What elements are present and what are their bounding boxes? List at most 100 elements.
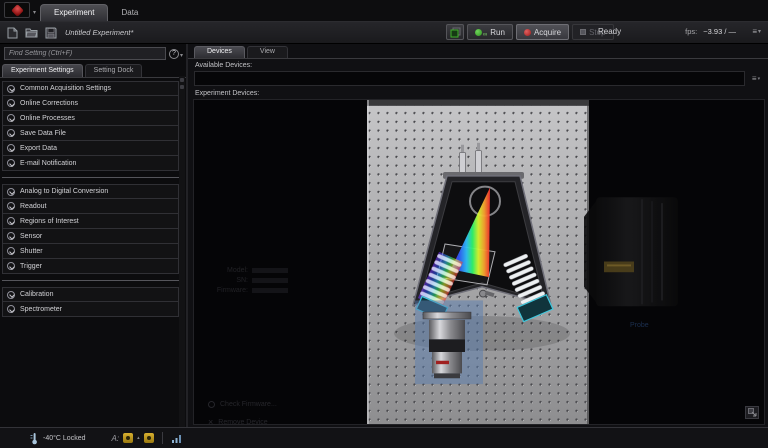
chevron-circle-icon: [7, 187, 15, 196]
settings-search-input[interactable]: [4, 47, 166, 60]
help-icon: ?: [168, 48, 179, 59]
available-devices-well[interactable]: [194, 71, 745, 86]
stop-icon: [580, 29, 587, 35]
tab-setting-dock[interactable]: Setting Dock: [84, 64, 143, 77]
tab-experiment[interactable]: Experiment: [40, 4, 109, 21]
settings-sidebar: ? ▾ Experiment Settings Setting Dock Com…: [0, 44, 188, 427]
fps-indicator: fps: ~3.93 / —: [685, 27, 736, 36]
chevron-circle-icon: [7, 262, 15, 270]
chevron-circle-icon: [7, 290, 15, 299]
setting-item-regions-of-interest[interactable]: Regions of Interest: [2, 214, 179, 229]
spectrometer-illustration: [367, 100, 678, 424]
chevron-circle-icon: [7, 305, 15, 313]
setting-item-common-acquisition-settings[interactable]: Common Acquisition Settings: [2, 81, 179, 96]
temperature-status: -40°C Locked: [43, 434, 86, 442]
setting-item-sensor[interactable]: Sensor: [2, 229, 179, 244]
warning-yellow-icon[interactable]: [123, 433, 134, 443]
status-ready: Ready: [598, 27, 622, 36]
experiment-devices-label: Experiment Devices:: [195, 90, 260, 97]
new-experiment-button[interactable]: [6, 26, 19, 39]
setting-item-online-processes[interactable]: Online Processes: [2, 111, 179, 126]
acquire-button[interactable]: Acquire: [515, 24, 570, 40]
available-devices-label: Available Devices:: [195, 62, 253, 69]
settings-list: Common Acquisition Settings Online Corre…: [0, 78, 186, 427]
frame-count-button[interactable]: [446, 24, 464, 40]
toolbar-menu-button[interactable]: ≡ ▾: [749, 25, 764, 38]
remove-device-menu-item[interactable]: × Remove Device: [208, 417, 268, 427]
device-info-model-label: Model:: [226, 267, 248, 274]
app-logo-button[interactable]: [4, 2, 30, 18]
annotation-a-icon[interactable]: A:: [112, 434, 120, 443]
main-toolbar: Untitled Experiment* ∞ Run Acquire Stop …: [0, 22, 768, 44]
settings-scrollbar[interactable]: [179, 76, 185, 427]
probe-label: Probe: [630, 322, 649, 329]
chevron-circle-icon: [7, 144, 15, 152]
check-firmware-menu-item[interactable]: Check Firmware...: [208, 401, 277, 408]
main-area: ? ▾ Experiment Settings Setting Dock Com…: [0, 44, 768, 427]
acquisition-controls: ∞ Run Acquire Stop: [446, 24, 614, 40]
devices-panel-tabs: Devices View: [188, 44, 768, 59]
search-row: ? ▾: [0, 44, 186, 62]
chevron-circle-icon: [7, 232, 15, 240]
settings-group-separator: [2, 171, 179, 178]
fps-value: ~3.93 / —: [703, 27, 736, 36]
chevron-circle-icon: [7, 114, 15, 122]
setting-item-shutter[interactable]: Shutter: [2, 244, 179, 259]
help-caret-icon: ▾: [179, 53, 183, 59]
device-info-sn-label: SN:: [236, 277, 248, 284]
setting-item-save-data-file[interactable]: Save Data File: [2, 126, 179, 141]
network-status-icon[interactable]: [171, 433, 183, 444]
open-experiment-button[interactable]: [25, 26, 38, 39]
chevron-circle-icon: [7, 247, 15, 255]
window-tabbar: ▾ Experiment Data: [0, 0, 768, 22]
tab-experiment-settings[interactable]: Experiment Settings: [2, 64, 83, 77]
menu-icon: ≡: [751, 74, 757, 83]
device-info: Model: SN: Firmware:: [206, 266, 288, 296]
save-icon: [45, 27, 56, 38]
chevron-circle-icon: [7, 217, 15, 225]
frame-count-icon: [450, 27, 460, 37]
devices-menu-button[interactable]: ≡ ▾: [748, 71, 764, 86]
help-button[interactable]: ? ▾: [168, 48, 183, 59]
lightfield-window: ▾ Experiment Data Untitled Experiment* ∞…: [0, 0, 768, 448]
setting-item-trigger[interactable]: Trigger: [2, 259, 179, 274]
clock-icon: [208, 401, 215, 408]
warning-yellow-icon-2[interactable]: [143, 433, 154, 443]
setting-item-readout[interactable]: Readout: [2, 199, 179, 214]
setting-item-email-notification[interactable]: E-mail Notification: [2, 156, 179, 171]
tab-data[interactable]: Data: [108, 5, 151, 21]
caret-down-icon: ▾: [757, 29, 761, 35]
chevron-circle-icon: [7, 84, 15, 93]
lens-device[interactable]: [584, 197, 678, 307]
chevron-circle-icon: [7, 129, 15, 137]
open-folder-icon: [25, 28, 38, 38]
infinity-icon: ∞: [483, 31, 488, 38]
setting-item-export-data[interactable]: Export Data: [2, 141, 179, 156]
settings-group-separator: [2, 274, 179, 281]
run-button[interactable]: ∞ Run: [467, 24, 513, 40]
close-icon: ×: [208, 417, 214, 427]
caret-up-icon[interactable]: ▴: [137, 435, 140, 441]
experiment-title: Untitled Experiment*: [65, 28, 134, 37]
camera-device[interactable]: [415, 300, 483, 385]
tab-devices[interactable]: Devices: [194, 46, 245, 58]
temperature-lock-icon: [30, 432, 39, 445]
app-logo-caret-icon[interactable]: ▾: [33, 9, 36, 16]
caret-down-icon: ▾: [757, 75, 761, 82]
experiment-devices-canvas[interactable]: Model: SN: Firmware: Check Firmware... ×…: [193, 99, 765, 427]
setting-item-spectrometer[interactable]: Spectrometer: [2, 302, 179, 317]
save-experiment-button[interactable]: [44, 26, 57, 39]
devices-panel: Devices View Available Devices: ≡ ▾ Expe…: [188, 44, 768, 427]
chevron-circle-icon: [7, 202, 15, 210]
available-devices-row: ≡ ▾: [188, 70, 768, 87]
popout-icon: [747, 408, 756, 417]
new-document-icon: [7, 27, 18, 38]
setting-item-online-corrections[interactable]: Online Corrections: [2, 96, 179, 111]
setting-item-analog-to-digital-conversion[interactable]: Analog to Digital Conversion: [2, 184, 179, 199]
popout-button[interactable]: [745, 406, 759, 419]
tab-view[interactable]: View: [246, 46, 288, 58]
statusbar: -40°C Locked A: ▴: [0, 427, 768, 448]
record-icon: [523, 28, 531, 36]
menu-icon: ≡: [752, 27, 757, 36]
setting-item-calibration[interactable]: Calibration: [2, 287, 179, 302]
